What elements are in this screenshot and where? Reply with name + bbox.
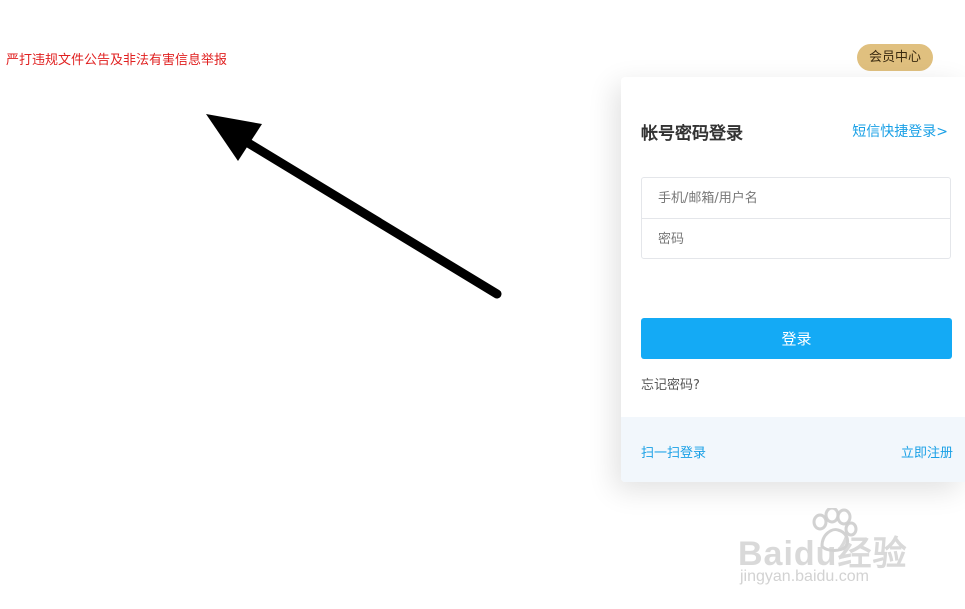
illegal-info-report-link[interactable]: 严打违规文件公告及非法有害信息举报 — [6, 49, 227, 68]
credentials-group — [641, 177, 951, 259]
login-panel: 帐号密码登录 短信快捷登录> 登录 忘记密码? 扫一扫登录 立即注册 — [621, 77, 965, 482]
sms-login-link[interactable]: 短信快捷登录> — [852, 121, 948, 141]
login-button[interactable]: 登录 — [641, 318, 952, 359]
qr-scan-login-link[interactable]: 扫一扫登录 — [641, 442, 706, 461]
forgot-password-link[interactable]: 忘记密码? — [641, 374, 700, 393]
password-input[interactable] — [642, 219, 950, 259]
register-link[interactable]: 立即注册 — [901, 442, 953, 461]
login-title: 帐号密码登录 — [641, 124, 743, 144]
watermark-brand: Baidu经验 — [738, 535, 908, 573]
member-center-button[interactable]: 会员中心 — [857, 44, 933, 71]
page: 严打违规文件公告及非法有害信息举报 会员中心 帐号密码登录 短信快捷登录> 登录… — [0, 0, 965, 609]
login-footer: 扫一扫登录 立即注册 — [621, 417, 965, 482]
username-input[interactable] — [642, 178, 950, 218]
watermark-site: jingyan.baidu.com — [740, 568, 869, 585]
baidu-paw-icon — [812, 508, 858, 552]
baidu-jingyan-watermark: Baidu经验 jingyan.baidu.com — [738, 508, 928, 598]
